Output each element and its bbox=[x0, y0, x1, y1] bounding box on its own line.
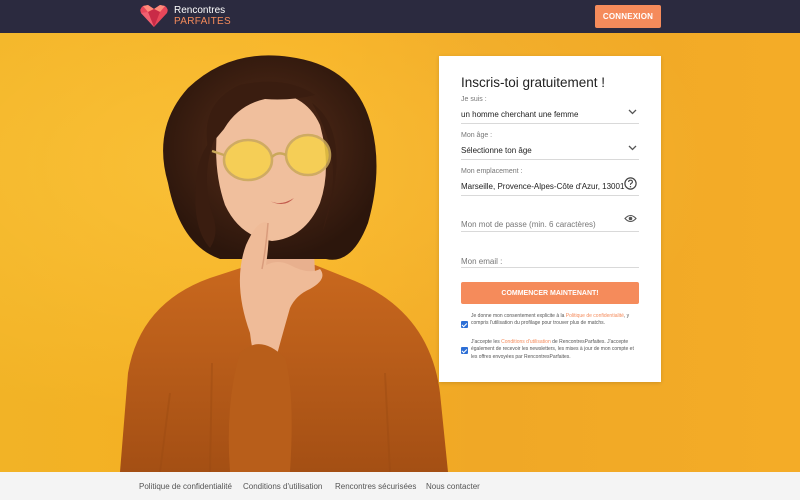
woman-photo bbox=[120, 55, 448, 472]
footer: Politique de confidentialité Conditions … bbox=[0, 472, 800, 500]
password-placeholder: Mon mot de passe (min. 6 caractères) bbox=[461, 220, 596, 229]
signup-title: Inscris-toi gratuitement ! bbox=[461, 75, 606, 90]
email-field[interactable]: Mon email : bbox=[461, 251, 639, 268]
terms-consent-text: J'accepte les Conditions d'utilisation d… bbox=[471, 339, 639, 361]
chevron-down-icon[interactable] bbox=[628, 145, 637, 151]
consent-privacy: Je donne mon consentement explicite à la… bbox=[461, 313, 639, 337]
seeking-select[interactable]: Je suis : un homme cherchant une femme bbox=[461, 96, 639, 124]
privacy-consent-text: Je donne mon consentement explicite à la… bbox=[471, 313, 639, 328]
logo-line-1: Rencontres bbox=[174, 5, 226, 16]
age-label: Mon âge : bbox=[461, 132, 493, 139]
top-bar: Rencontres PARFAITES CONNEXION bbox=[0, 0, 800, 33]
footer-safe-dating-link[interactable]: Rencontres sécurisées bbox=[335, 482, 416, 491]
help-circle-icon[interactable] bbox=[624, 177, 637, 190]
age-value: Sélectionne ton âge bbox=[461, 146, 532, 155]
logo-line-2: PARFAITES bbox=[174, 16, 231, 27]
logo-text: Rencontres PARFAITES bbox=[174, 5, 231, 27]
location-label: Mon emplacement : bbox=[461, 168, 523, 175]
chevron-down-icon[interactable] bbox=[628, 109, 637, 115]
footer-privacy-link[interactable]: Politique de confidentialité bbox=[139, 482, 232, 491]
email-placeholder: Mon email : bbox=[461, 257, 503, 266]
login-button[interactable]: CONNEXION bbox=[595, 5, 661, 28]
eye-icon[interactable] bbox=[624, 214, 637, 223]
age-select[interactable]: Mon âge : Sélectionne ton âge bbox=[461, 132, 639, 160]
site-logo[interactable]: Rencontres PARFAITES bbox=[139, 4, 231, 28]
hero-section bbox=[0, 33, 800, 472]
password-field[interactable]: Mon mot de passe (min. 6 caractères) bbox=[461, 214, 639, 232]
terms-consent-checkbox[interactable] bbox=[461, 347, 468, 354]
footer-contact-link[interactable]: Nous contacter bbox=[426, 482, 480, 491]
consent-terms: J'accepte les Conditions d'utilisation d… bbox=[461, 339, 639, 369]
privacy-consent-text-before: Je donne mon consentement explicite à la bbox=[471, 313, 566, 319]
footer-terms-link[interactable]: Conditions d'utilisation bbox=[243, 482, 322, 491]
signup-card: Inscris-toi gratuitement ! Je suis : un … bbox=[439, 56, 661, 382]
heart-logo-icon bbox=[140, 5, 168, 27]
terms-of-use-link[interactable]: Conditions d'utilisation bbox=[501, 339, 551, 345]
seeking-value: un homme cherchant une femme bbox=[461, 110, 579, 119]
privacy-policy-link[interactable]: Politique de confidentialité bbox=[566, 313, 624, 319]
seeking-label: Je suis : bbox=[461, 96, 487, 103]
location-field[interactable]: Mon emplacement : Marseille, Provence-Al… bbox=[461, 168, 639, 196]
start-now-button[interactable]: COMMENCER MAINTENANT! bbox=[461, 282, 639, 304]
location-value[interactable]: Marseille, Provence-Alpes-Côte d'Azur, 1… bbox=[461, 182, 639, 191]
privacy-consent-checkbox[interactable] bbox=[461, 321, 468, 328]
terms-consent-text-before: J'accepte les bbox=[471, 339, 502, 345]
